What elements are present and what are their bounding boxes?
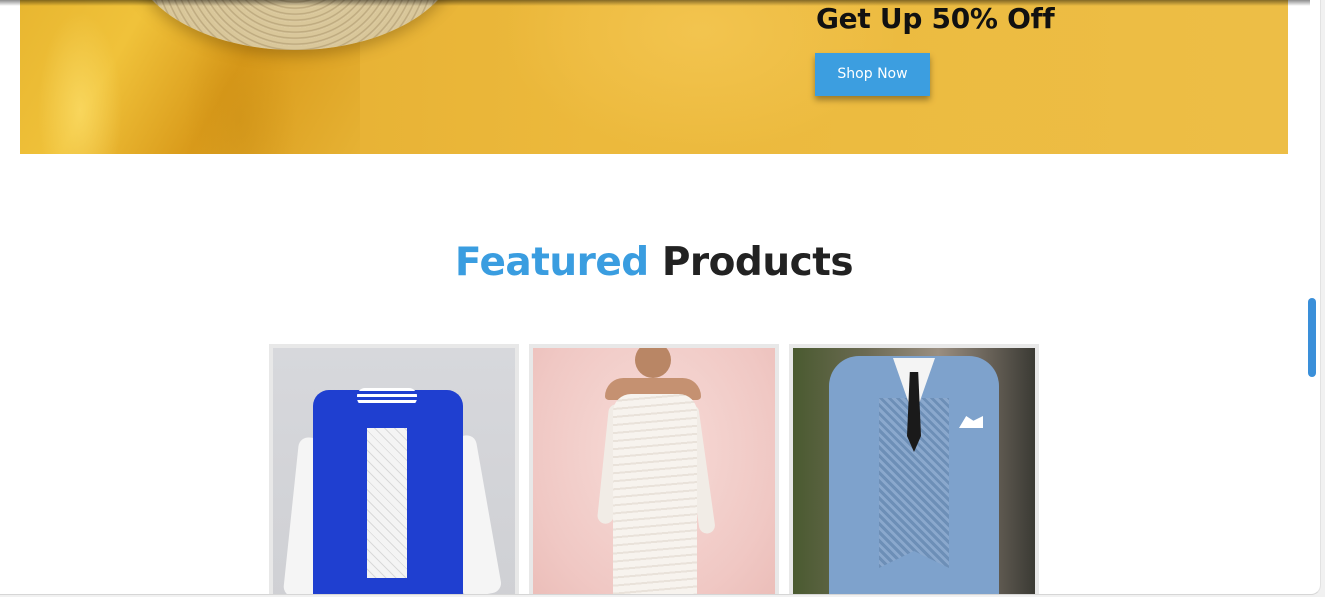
hero-banner: Get Up 50% Off Shop Now [20, 0, 1288, 154]
header-shadow [0, 0, 1310, 6]
jacket-collar [357, 388, 417, 406]
product-card-jacket[interactable] [269, 344, 519, 594]
model-head [635, 348, 671, 378]
vertical-scrollbar-thumb[interactable] [1308, 298, 1316, 377]
shop-now-button[interactable]: Shop Now [815, 53, 930, 96]
product-card-suit[interactable] [789, 344, 1039, 594]
white-dress-image[interactable] [533, 348, 775, 594]
product-card-dress[interactable] [529, 344, 779, 594]
jacket-quilted-lining [367, 428, 407, 578]
featured-products-heading: Featured Products [0, 240, 1308, 285]
varsity-jacket-image[interactable] [273, 348, 515, 594]
featured-heading-accent: Featured [454, 240, 649, 285]
featured-heading-rest: Products [661, 240, 854, 285]
blue-suit-image[interactable] [793, 348, 1035, 594]
white-dress [613, 394, 697, 594]
browser-viewport: Get Up 50% Off Shop Now Featured Product… [0, 0, 1321, 595]
hero-title: Get Up 50% Off [816, 2, 1055, 35]
